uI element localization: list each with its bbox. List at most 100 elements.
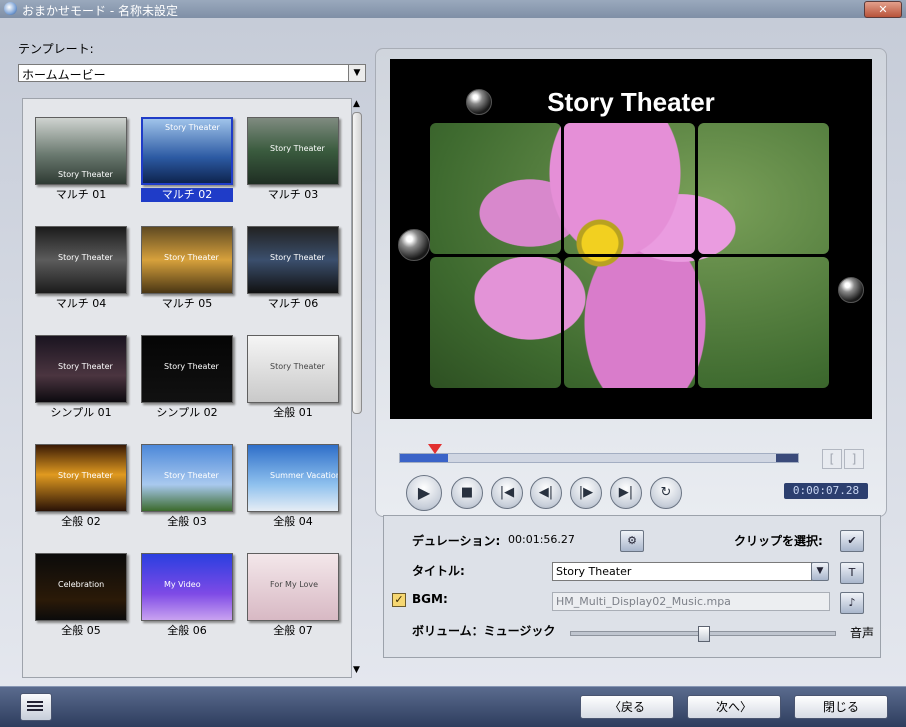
- scroll-up-icon[interactable]: ▲: [350, 98, 363, 110]
- template-tile[interactable]: Story Theater マルチ 01: [35, 117, 127, 202]
- seek-handle[interactable]: [428, 444, 442, 454]
- stop-icon: ■: [460, 485, 474, 500]
- skip-start-icon: |◀: [499, 485, 515, 500]
- flower-image: [430, 123, 561, 254]
- template-thumbnail: Celebration: [35, 553, 127, 621]
- preview-mosaic-cell: [698, 257, 829, 388]
- close-button[interactable]: 閉じる: [794, 695, 888, 719]
- template-thumbnail: Story Theater: [247, 117, 339, 185]
- scroll-down-icon[interactable]: ▼: [350, 664, 363, 676]
- volume-label: ボリューム：ミュージック: [412, 624, 556, 638]
- template-tile[interactable]: Story Theater シンプル 01: [35, 335, 127, 420]
- template-name: マルチ 03: [267, 188, 319, 201]
- template-thumbnail: Story Theater: [35, 444, 127, 512]
- step-forward-button[interactable]: |▶: [570, 477, 602, 509]
- template-thumbnail: Story Theater: [247, 226, 339, 294]
- mark-in-button[interactable]: [: [822, 449, 842, 469]
- title-dropdown-button[interactable]: ▼: [811, 562, 829, 581]
- step-back-button[interactable]: ◀|: [530, 477, 562, 509]
- template-tile[interactable]: Celebration 全般 05: [35, 553, 127, 638]
- template-tile[interactable]: Story Theater マルチ 05: [141, 226, 233, 311]
- skip-end-icon: ▶|: [618, 485, 634, 500]
- template-tile[interactable]: My Video 全般 06: [141, 553, 233, 638]
- film-check-icon: ✔: [847, 534, 857, 547]
- template-tile[interactable]: Story Theater マルチ 04: [35, 226, 127, 311]
- thumbnail-caption: Story Theater: [270, 253, 325, 262]
- template-tile[interactable]: Summer Vacation 全般 04: [247, 444, 339, 529]
- repeat-button[interactable]: ↻: [650, 477, 682, 509]
- volume-slider-handle[interactable]: [698, 626, 710, 642]
- thumbnail-caption: Story Theater: [58, 362, 113, 371]
- clip-select-button[interactable]: ✔: [840, 530, 864, 552]
- duration-settings-button[interactable]: ⚙: [620, 530, 644, 552]
- back-button[interactable]: 〈戻る: [580, 695, 674, 719]
- close-window-button[interactable]: ✕: [864, 1, 902, 18]
- timecode-display[interactable]: 0:00:07.28: [784, 483, 868, 499]
- title-label: タイトル:: [412, 564, 465, 578]
- bubble-decoration: [398, 229, 430, 261]
- preview-panel: Story Theater [ ] ▶ ■ |◀ ◀| |▶ ▶| ↻ 0:00…: [375, 48, 887, 517]
- template-gallery: Story Theater マルチ 01 Story Theater マルチ 02 St…: [22, 98, 352, 678]
- bgm-browse-button[interactable]: ♪: [840, 592, 864, 614]
- volume-slider[interactable]: [570, 626, 836, 642]
- template-tile[interactable]: Story Theater マルチ 03: [247, 117, 339, 202]
- thumbnail-caption: Story Theater: [165, 123, 220, 132]
- volume-audio-label: 音声: [850, 626, 875, 640]
- thumbnail-caption: Story Theater: [164, 471, 219, 480]
- preview-screen: Story Theater: [390, 59, 872, 419]
- template-name: 全般 02: [61, 515, 101, 528]
- title-edit-button[interactable]: T: [840, 562, 864, 584]
- title-select[interactable]: Story Theater: [552, 562, 812, 581]
- timeline-seek-bar[interactable]: [399, 444, 799, 463]
- template-tile[interactable]: Story Theater マルチ 02: [141, 117, 233, 202]
- thumbnail-caption: Story Theater: [58, 253, 113, 262]
- thumbnail-caption: Celebration: [58, 580, 105, 589]
- repeat-icon: ↻: [660, 485, 672, 500]
- thumbnail-caption: Story Theater: [58, 471, 113, 480]
- thumbnail-caption: Story Theater: [270, 144, 325, 153]
- template-name: マルチ 05: [161, 297, 213, 310]
- menu-button[interactable]: [20, 693, 52, 721]
- bubble-decoration: [838, 277, 864, 303]
- template-name: 全般 01: [273, 406, 313, 419]
- template-name: 全般 04: [273, 515, 313, 528]
- clock-gear-icon: ⚙: [627, 534, 637, 547]
- bgm-label: BGM:: [412, 592, 448, 606]
- thumbnail-caption: Story Theater: [270, 362, 325, 371]
- chevron-down-icon[interactable]: ▼: [348, 65, 365, 81]
- stop-button[interactable]: ■: [451, 477, 483, 509]
- template-name: 全般 07: [273, 624, 313, 637]
- step-back-icon: ◀|: [538, 485, 554, 500]
- scrollbar-thumb[interactable]: [352, 112, 362, 414]
- template-tile[interactable]: For My Love 全般 07: [247, 553, 339, 638]
- template-select-value: ホームムービー: [22, 68, 106, 82]
- template-tile[interactable]: Story Theater マルチ 06: [247, 226, 339, 311]
- thumbnail-caption: Story Theater: [164, 253, 219, 262]
- template-tile[interactable]: Story Theater 全般 03: [141, 444, 233, 529]
- template-tile[interactable]: Story Theater 全般 01: [247, 335, 339, 420]
- duration-label: デュレーション:: [412, 534, 501, 548]
- skip-end-button[interactable]: ▶|: [610, 477, 642, 509]
- template-tile[interactable]: Story Theater シンプル 02: [141, 335, 233, 420]
- template-tile[interactable]: Story Theater 全般 02: [35, 444, 127, 529]
- flower-image: [564, 257, 695, 388]
- play-icon: ▶: [417, 483, 431, 502]
- template-thumbnail: For My Love: [247, 553, 339, 621]
- bgm-checkbox[interactable]: ✓: [392, 593, 406, 607]
- flower-image: [564, 123, 695, 254]
- next-button[interactable]: 次へ〉: [687, 695, 781, 719]
- preview-mosaic-cell: [430, 257, 561, 388]
- flower-image: [698, 257, 829, 388]
- mark-out-button[interactable]: ]: [844, 449, 864, 469]
- template-thumbnail: Story Theater: [247, 335, 339, 403]
- template-thumbnail: Story Theater: [35, 335, 127, 403]
- template-name: マルチ 06: [267, 297, 319, 310]
- bgm-file-field[interactable]: HM_Multi_Display02_Music.mpa: [552, 592, 830, 611]
- skip-start-button[interactable]: |◀: [491, 477, 523, 509]
- flower-image: [430, 257, 561, 388]
- gallery-scrollbar[interactable]: ▲ ▼: [350, 98, 363, 676]
- template-select[interactable]: ホームムービー ▼: [18, 64, 366, 82]
- preview-mosaic-cell: [564, 123, 695, 254]
- preview-title-overlay: Story Theater: [547, 87, 715, 117]
- play-button[interactable]: ▶: [406, 475, 442, 511]
